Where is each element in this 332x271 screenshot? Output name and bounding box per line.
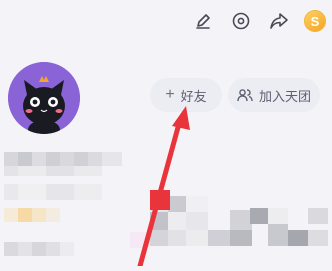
annotation-arrow: [137, 106, 190, 266]
